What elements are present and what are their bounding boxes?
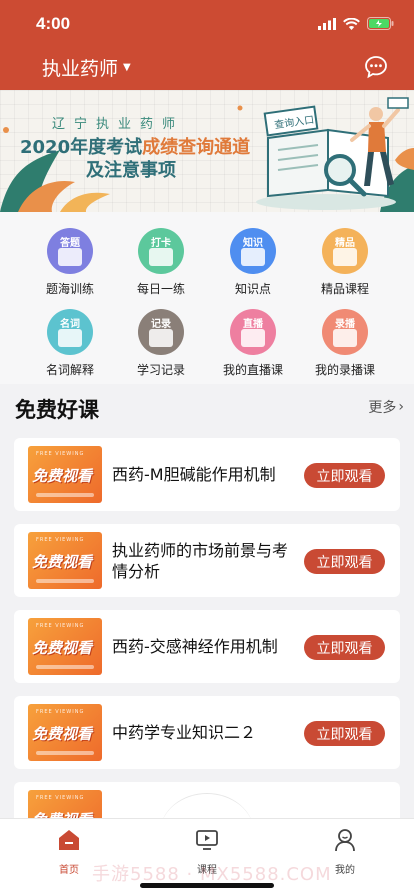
course-card[interactable]: FREE VIEWING 免费视看 执业药师的市场前景与考情分析 立即观看 xyxy=(14,524,400,597)
clock-icon: 记录 xyxy=(138,309,184,355)
grid-badge: 知识 xyxy=(243,238,263,249)
grid-label: 名词解释 xyxy=(45,363,94,377)
question-bank-icon: 答题 xyxy=(47,228,93,274)
caret-down-icon: ▼ xyxy=(123,62,131,73)
grid-item-knowledge-points[interactable]: 知识 知识点 xyxy=(213,228,293,297)
glossary-icon: 名词 xyxy=(47,309,93,355)
watch-now-button[interactable]: 立即观看 xyxy=(304,463,385,488)
course-thumbnail: FREE VIEWING 免费视看 xyxy=(28,618,102,675)
banner-title-highlight: 成绩查询通道 xyxy=(142,137,251,158)
banner-title-prefix: 2020年度考试 xyxy=(20,137,143,158)
calendar-icon: 打卡 xyxy=(138,228,184,274)
status-time: 4:00 xyxy=(36,14,71,33)
grid-label: 我的直播课 xyxy=(222,363,283,377)
play-video-icon: 录播 xyxy=(322,309,368,355)
course-thumbnail: FREE VIEWING 免费视看 xyxy=(28,446,102,503)
grid-item-my-recorded-courses[interactable]: 录播 我的录播课 xyxy=(305,309,385,378)
grid-label: 精品课程 xyxy=(320,282,369,296)
grid-label: 知识点 xyxy=(234,282,271,296)
grid-badge: 录播 xyxy=(335,319,355,330)
banner-subtitle: 辽宁执业药师 xyxy=(52,117,185,132)
banner-title-line2: 及注意事项 xyxy=(86,160,176,181)
course-thumbnail: FREE VIEWING 免费视看 xyxy=(28,704,102,761)
course-card[interactable]: FREE VIEWING 免费视看 中药学专业知识二２ 立即观看 xyxy=(14,696,400,769)
watch-now-button[interactable]: 立即观看 xyxy=(304,549,385,574)
grid-item-daily-practice[interactable]: 打卡 每日一练 xyxy=(121,228,201,297)
exam-selector[interactable]: 执业药师 ▼ xyxy=(42,54,131,81)
grid-badge: 打卡 xyxy=(151,238,171,249)
grid-badge: 直播 xyxy=(243,319,263,330)
grid-item-study-history[interactable]: 记录 学习记录 xyxy=(121,309,201,378)
more-label: 更多 xyxy=(368,400,397,416)
grid-label: 学习记录 xyxy=(136,363,185,377)
grid-badge: 精品 xyxy=(335,238,355,249)
signal-icon xyxy=(318,17,336,30)
course-thumbnail: FREE VIEWING 免费视看 xyxy=(28,532,102,589)
thumbnail-label: 免费视看 xyxy=(32,725,93,743)
function-grid: 答题 题海训练 打卡 每日一练 知识 知识点 精品 精品课程 名词 名词解释 记… xyxy=(0,212,414,384)
thumbnail-label: 免费视看 xyxy=(32,467,93,485)
watch-now-button[interactable]: 立即观看 xyxy=(304,635,385,660)
course-card[interactable]: FREE VIEWING 免费视看 西药-交感神经作用机制 立即观看 xyxy=(14,610,400,683)
watch-now-button[interactable]: 立即观看 xyxy=(304,721,385,746)
exam-selector-label: 执业药师 xyxy=(42,58,119,80)
promo-banner[interactable]: 辽宁执业药师 2020年度考试成绩查询通道 及注意事项 查询入口 xyxy=(0,90,414,212)
chevron-right-icon: › xyxy=(398,399,404,415)
live-tv-icon: 直播 xyxy=(230,309,276,355)
premium-course-icon: 精品 xyxy=(322,228,368,274)
grid-label: 每日一练 xyxy=(136,282,185,296)
wifi-icon xyxy=(343,17,360,30)
course-title: 中药学专业知识二２ xyxy=(112,723,257,742)
grid-item-glossary[interactable]: 名词 名词解释 xyxy=(30,309,110,378)
grid-badge: 记录 xyxy=(151,319,171,330)
section-title: 免费好课 xyxy=(15,398,99,422)
status-bar: 4:00 xyxy=(0,0,414,44)
banner-book-illustration: 查询入口 xyxy=(256,97,409,210)
knowledge-icon: 知识 xyxy=(230,228,276,274)
home-icon xyxy=(59,830,79,850)
thumbnail-label: 免费视看 xyxy=(32,553,93,571)
free-courses-header: 免费好课 更多 › xyxy=(0,384,414,432)
course-title: 执业药师的市场前景与考情分析 xyxy=(112,540,289,581)
course-title: 西药-M胆碱能作用机制 xyxy=(112,465,276,484)
more-courses-link[interactable]: 更多 › xyxy=(368,397,404,417)
message-icon[interactable] xyxy=(364,55,388,79)
course-title: 西药-交感神经作用机制 xyxy=(112,637,278,656)
home-indicator xyxy=(140,883,274,888)
monitor-play-icon xyxy=(196,830,218,850)
app-header: 4:00 执业药师 ▼ xyxy=(0,0,414,90)
grid-label: 我的录播课 xyxy=(314,363,375,377)
grid-badge: 答题 xyxy=(60,238,80,249)
thumbnail-label: 免费视看 xyxy=(32,639,93,657)
user-icon xyxy=(335,829,355,852)
grid-item-premium-courses[interactable]: 精品 精品课程 xyxy=(305,228,385,297)
course-card[interactable]: FREE VIEWING 免费视看 西药-M胆碱能作用机制 立即观看 xyxy=(14,438,400,511)
grid-label: 题海训练 xyxy=(45,282,94,296)
grid-item-my-live-courses[interactable]: 直播 我的直播课 xyxy=(213,309,293,378)
grid-badge: 名词 xyxy=(60,319,80,330)
grid-item-question-bank[interactable]: 答题 题海训练 xyxy=(30,228,110,297)
status-icons xyxy=(318,17,394,30)
battery-icon xyxy=(367,17,394,30)
